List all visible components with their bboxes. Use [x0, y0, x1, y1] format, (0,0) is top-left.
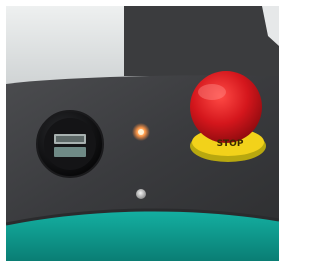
upper-housing	[124, 6, 279, 76]
photo-frame: STOP	[0, 0, 285, 267]
hour-meter	[36, 110, 104, 178]
stop-label: STOP	[217, 139, 244, 149]
white-indicator	[136, 189, 146, 199]
hour-meter-display	[54, 147, 86, 157]
control-panel-illustration: STOP	[6, 6, 279, 261]
amber-indicator	[138, 129, 144, 135]
control-panel-photo: STOP	[6, 6, 279, 261]
stop-mushroom-cap	[190, 71, 262, 143]
